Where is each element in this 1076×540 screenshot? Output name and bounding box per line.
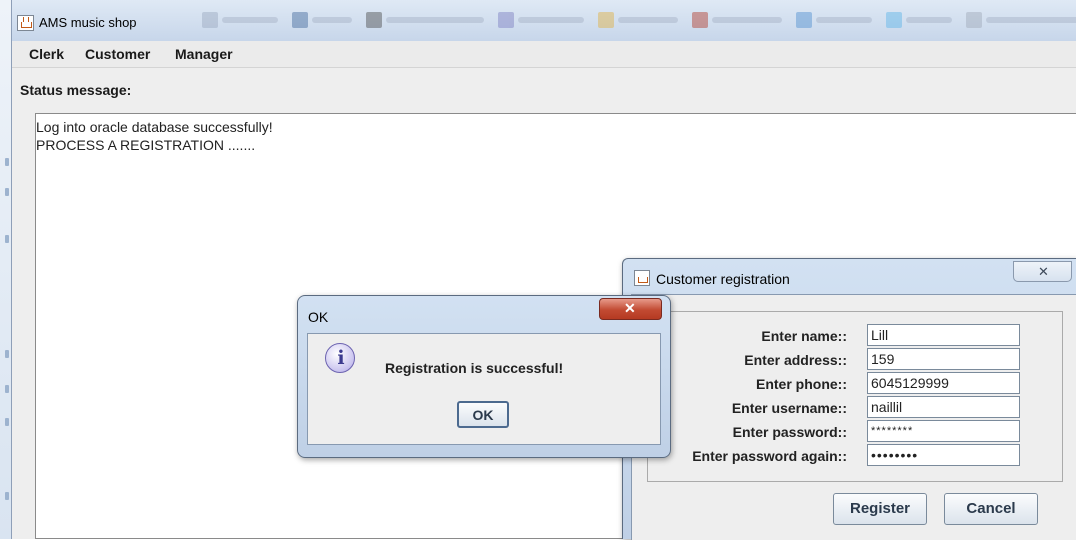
password-again-label: Enter password again:: [692,448,847,464]
tab-favicon-icon [202,12,218,28]
tab-label [816,17,872,23]
success-message: Registration is successful! [385,360,564,376]
ok-dialog: OK ✕ i Registration is successful! OK [297,295,671,458]
tab-label [712,17,782,23]
cancel-button[interactable]: Cancel [944,493,1038,525]
background-tab [202,11,284,29]
dialog-content: i Registration is successful! OK [307,333,661,445]
tab-label [312,17,352,23]
menu-bar: Clerk Customer Manager [12,41,1076,68]
desktop-mark [5,188,9,196]
tab-favicon-icon [498,12,514,28]
background-tab [886,11,958,29]
menu-customer[interactable]: Customer [85,46,150,62]
tab-label [986,17,1076,23]
info-icon: i [325,343,355,373]
background-tab [366,11,490,29]
close-button[interactable]: ✕ [1013,261,1072,282]
title-bar: AMS music shop [12,0,1076,41]
tab-label [386,17,484,23]
dialog-content: Enter name:: Enter address:: Enter phone… [631,294,1076,540]
tab-favicon-icon [598,12,614,28]
password-field[interactable] [867,420,1020,442]
tab-favicon-icon [692,12,708,28]
close-icon: ✕ [1038,264,1049,279]
password-label: Enter password:: [732,424,847,440]
desktop-mark [5,350,9,358]
username-label: Enter username:: [731,400,847,416]
background-tab [498,11,590,29]
background-tab [692,11,788,29]
desktop-mark [5,235,9,243]
tab-label [222,17,278,23]
status-message-label: Status message: [20,82,132,98]
close-icon: ✕ [624,300,636,316]
main-window: AMS music shop Clerk Customer Manager St… [11,0,1076,540]
tab-favicon-icon [796,12,812,28]
menu-clerk[interactable]: Clerk [29,46,64,62]
desktop-mark [5,492,9,500]
address-field[interactable] [867,348,1020,370]
desktop-background [0,0,11,539]
status-line: PROCESS A REGISTRATION ....... [36,137,256,153]
java-app-icon [17,15,34,31]
phone-field[interactable] [867,372,1020,394]
background-tab [292,11,358,29]
tab-favicon-icon [292,12,308,28]
background-tab [966,11,1076,29]
customer-registration-dialog: Customer registration ✕ Enter name:: Ent… [622,258,1076,540]
desktop-mark [5,385,9,393]
desktop-mark [5,158,9,166]
register-button[interactable]: Register [833,493,927,525]
dialog-title: Customer registration [656,271,790,287]
tab-favicon-icon [366,12,382,28]
tab-favicon-icon [886,12,902,28]
tab-label [618,17,678,23]
dialog-title: OK [308,309,329,325]
tab-label [906,17,952,23]
password-again-field[interactable] [867,444,1020,466]
java-icon [634,270,650,286]
tab-favicon-icon [966,12,982,28]
window-title: AMS music shop [39,15,137,30]
background-tab [598,11,684,29]
tab-label [518,17,584,23]
ok-button[interactable]: OK [457,401,509,428]
phone-label: Enter phone:: [756,376,847,392]
name-label: Enter name:: [761,328,847,344]
desktop-mark [5,418,9,426]
status-line: Log into oracle database successfully! [36,119,273,135]
name-field[interactable] [867,324,1020,346]
background-tab [796,11,878,29]
address-label: Enter address:: [744,352,847,368]
menu-manager[interactable]: Manager [175,46,233,62]
close-button[interactable]: ✕ [599,298,662,320]
registration-form: Enter name:: Enter address:: Enter phone… [647,311,1063,482]
info-glyph: i [337,347,345,369]
username-field[interactable] [867,396,1020,418]
